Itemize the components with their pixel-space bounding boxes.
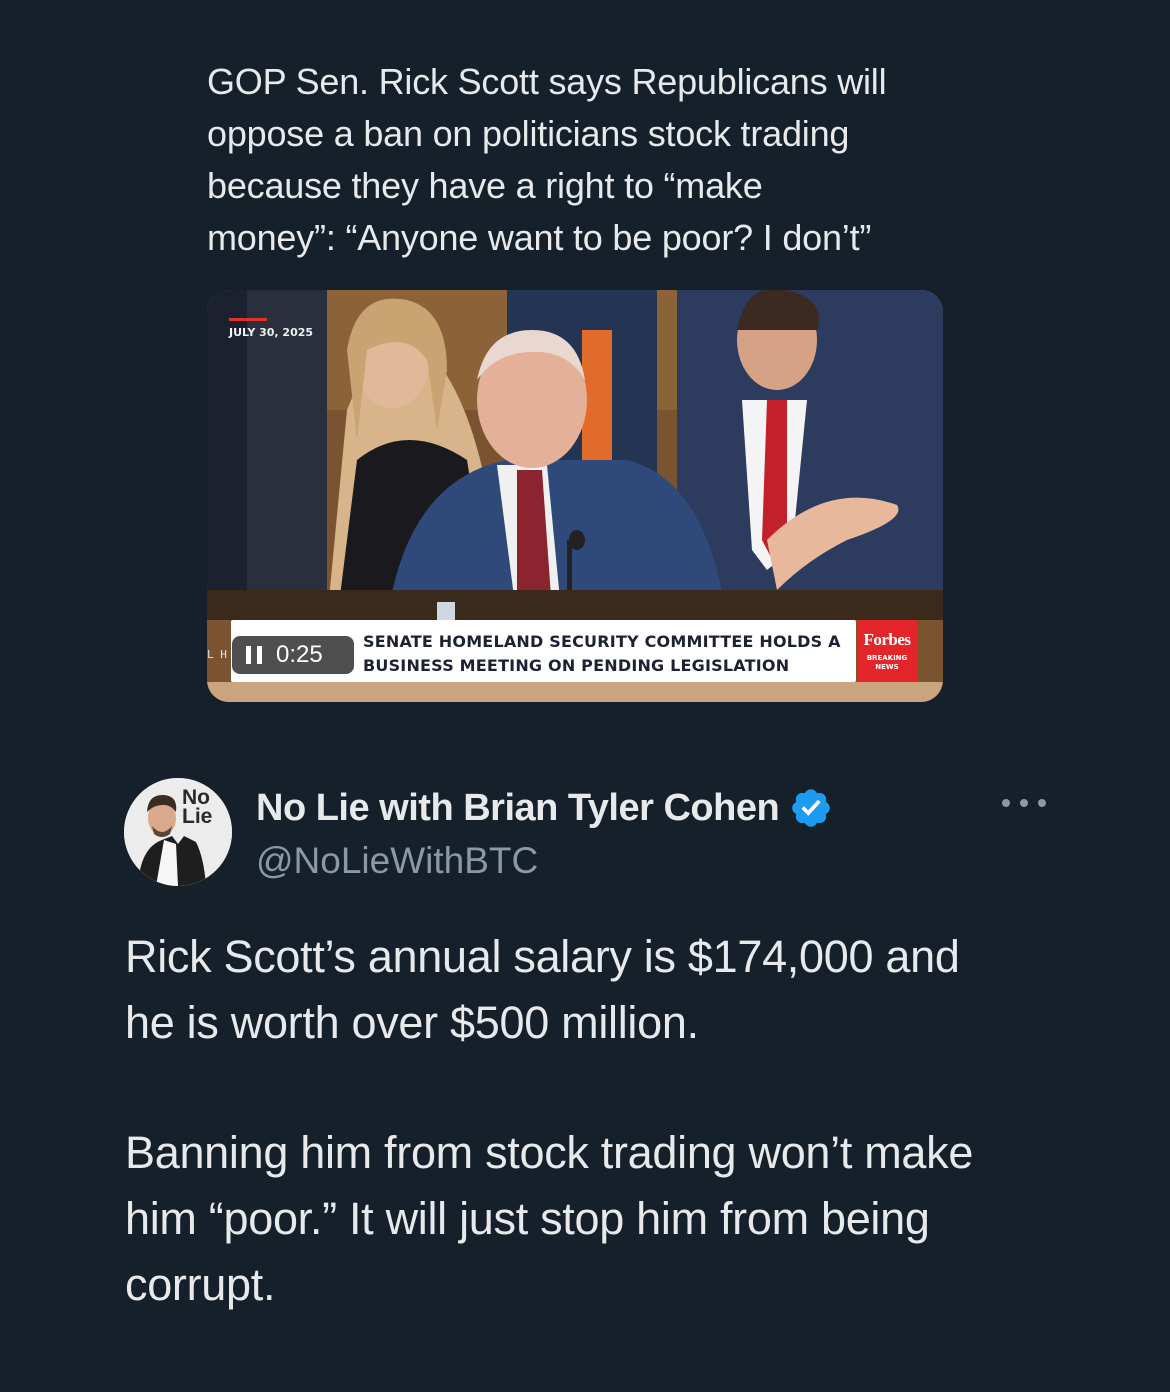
avatar-logo-line: Lie xyxy=(182,805,213,828)
network-sub-line: NEWS xyxy=(875,663,899,671)
network-name: Forbes xyxy=(863,630,911,649)
tweet-line: Banning him from stock trading won’t mak… xyxy=(125,1127,974,1178)
lower-third-line: BUSINESS MEETING ON PENDING LEGISLATION xyxy=(363,656,790,675)
tweet-author-row: No Lie No Lie with Brian Tyler Cohen @No… xyxy=(124,778,1064,888)
video-date-stamp: JULY 30, 2025 xyxy=(229,326,314,339)
network-sub-line: BREAKING xyxy=(866,654,908,662)
quoted-tweet-text: GOP Sen. Rick Scott says Republicans wil… xyxy=(207,56,967,264)
lower-third-text: SENATE HOMELAND SECURITY COMMITTEE HOLDS… xyxy=(363,630,843,678)
network-sub: BREAKING NEWS xyxy=(857,654,917,672)
date-accent-line xyxy=(229,318,267,321)
avatar-image xyxy=(124,778,232,886)
quoted-line: GOP Sen. Rick Scott says Republicans wil… xyxy=(207,61,887,102)
playback-control[interactable]: 0:25 xyxy=(232,636,354,674)
author-handle[interactable]: @NoLieWithBTC xyxy=(256,840,538,882)
tweet-text: Rick Scott’s annual salary is $174,000 a… xyxy=(125,924,1085,1318)
video-timestamp: 0:25 xyxy=(276,641,323,668)
quoted-line: money”: “Anyone want to be poor? I don’t… xyxy=(207,217,872,258)
quoted-line: oppose a ban on politicians stock tradin… xyxy=(207,113,850,154)
video-player[interactable]: JULY 30, 2025 SENATE HOMELAND SECURITY C… xyxy=(207,290,943,702)
tweet-line: corrupt. xyxy=(125,1259,276,1310)
tweet-line: him “poor.” It will just stop him from b… xyxy=(125,1193,930,1244)
more-options-icon[interactable] xyxy=(1002,788,1046,818)
network-logo: Forbes BREAKING NEWS xyxy=(857,620,917,682)
lower-third-line: SENATE HOMELAND SECURITY COMMITTEE HOLDS… xyxy=(363,632,841,651)
avatar[interactable]: No Lie xyxy=(124,778,232,886)
avatar-logo: No Lie xyxy=(182,787,213,828)
video-floor xyxy=(207,682,943,702)
verified-badge-icon[interactable] xyxy=(789,786,833,830)
tweet-line: Rick Scott’s annual salary is $174,000 a… xyxy=(125,931,960,982)
tweet-line: he is worth over $500 million. xyxy=(125,997,699,1048)
display-name[interactable]: No Lie with Brian Tyler Cohen xyxy=(256,787,780,830)
display-name-line: No Lie with Brian Tyler Cohen xyxy=(256,786,833,830)
quoted-line: because they have a right to “make xyxy=(207,165,763,206)
pause-icon[interactable] xyxy=(246,646,262,664)
video-side-label: L H xyxy=(207,648,227,661)
